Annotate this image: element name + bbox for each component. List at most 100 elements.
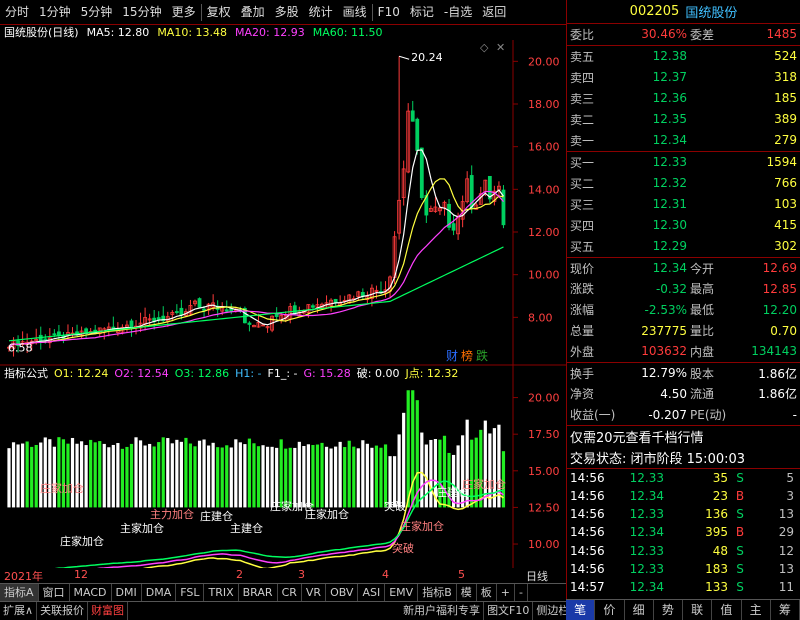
toolbar-item[interactable]: 叠加 — [236, 0, 270, 25]
order-row: 买一 12.33 1594 — [567, 152, 800, 173]
promo-text[interactable]: 仅需20元查看千档行情 — [567, 426, 800, 447]
toolbar-item[interactable]: 多股 — [270, 0, 304, 25]
indicator-tab[interactable]: - — [515, 584, 528, 601]
indicator-tab[interactable]: DMA — [142, 584, 177, 601]
indicator-bar — [138, 440, 143, 508]
fund-label: 收益(一) — [570, 408, 616, 423]
panel-tabs: 笔价细势联值主筹 — [566, 599, 800, 620]
toolbar-item[interactable]: 5分钟 — [76, 0, 118, 25]
indicator-bar — [197, 440, 202, 508]
extension-tab[interactable]: 关联报价 — [37, 602, 89, 620]
tick-time: 14:56 — [570, 489, 605, 504]
indicator-bar — [75, 443, 79, 508]
order-level: 买二 — [570, 176, 595, 191]
price-tick-label: 12.00 — [528, 226, 560, 239]
indicator-tab[interactable]: TRIX — [204, 584, 239, 601]
fund-row: 净资 4.50 流通 1.86亿 — [567, 384, 800, 405]
date-label: 3 — [298, 568, 305, 581]
indicator-tab[interactable]: 板 — [477, 584, 497, 601]
indicator-tab[interactable]: 指标B — [418, 584, 457, 601]
toolbar-item[interactable]: F10 — [373, 0, 405, 25]
indicator-tab[interactable]: + — [497, 584, 515, 601]
tick-count: 29 — [778, 525, 794, 540]
toolbar-item[interactable]: 1分钟 — [34, 0, 76, 25]
indicator-bar — [7, 448, 11, 508]
order-price: 12.37 — [652, 70, 687, 85]
toolbar-item[interactable]: 画线 — [338, 0, 372, 25]
indicator-tab[interactable]: OBV — [326, 584, 359, 601]
toolbar-item[interactable]: 更多 — [167, 0, 201, 25]
badge-icon[interactable]: 财 — [446, 349, 458, 363]
o1-label: O1: 12.24 — [54, 367, 109, 380]
indicator-bar — [225, 445, 229, 508]
indicator-bar — [334, 446, 338, 508]
indicator-bar — [170, 443, 174, 508]
panel-tab[interactable]: 势 — [654, 600, 683, 620]
indicator-bar — [420, 432, 424, 508]
panel-tab[interactable]: 主 — [742, 600, 771, 620]
toolbar-item[interactable]: 标记 — [405, 0, 439, 25]
candle-body — [174, 311, 179, 313]
extension-tab[interactable]: 新用户福利专享 — [400, 602, 485, 620]
indicator-tab[interactable]: BRAR — [239, 584, 278, 601]
indicator-tab[interactable]: 窗口 — [39, 584, 70, 601]
date-label: 5 — [458, 568, 465, 581]
fund-value: 1.86亿 — [758, 387, 797, 402]
tick-price: 12.33 — [629, 561, 664, 576]
panel-tab[interactable]: 细 — [625, 600, 654, 620]
close-icon[interactable]: ✕ — [496, 41, 505, 54]
toolbar-item[interactable]: 统计 — [304, 0, 338, 25]
indicator-tab[interactable]: CR — [278, 584, 302, 601]
panel-tab[interactable]: 笔 — [566, 600, 596, 620]
extension-tab[interactable]: 图文F10 — [484, 602, 534, 620]
indicator-bar — [211, 442, 215, 508]
candle-body — [311, 305, 315, 308]
fund-value: -0.207 — [648, 407, 687, 422]
indicator-tab[interactable]: MACD — [70, 584, 112, 601]
indicator-tab[interactable]: VR — [302, 584, 327, 601]
diamond-icon[interactable]: ◇ — [480, 41, 489, 54]
indicator-tab[interactable]: ASI — [358, 584, 386, 601]
indicator-bar — [52, 446, 56, 508]
stat-value: 103632 — [641, 344, 687, 359]
stat-label: 今开 — [690, 261, 715, 276]
tick-count: 13 — [778, 561, 794, 576]
toolbar-item[interactable]: 15分钟 — [117, 0, 166, 25]
toolbar-item[interactable]: 复权 — [202, 0, 236, 25]
stat-label: 外盘 — [570, 344, 595, 359]
order-volume: 766 — [774, 176, 797, 191]
tick-side: S — [736, 470, 744, 485]
signal-annotation: 庄家加仓 — [305, 507, 349, 521]
indicator-tab[interactable]: EMV — [385, 584, 419, 601]
tick-price: 12.33 — [629, 470, 664, 485]
stat-value: 12.34 — [652, 261, 687, 276]
toolbar-item[interactable]: -自选 — [439, 0, 477, 25]
toolbar-item[interactable]: 返回 — [477, 0, 511, 25]
indicator-tab[interactable]: FSL — [176, 584, 205, 601]
extension-tab[interactable]: 扩展∧ — [0, 602, 38, 620]
panel-tab[interactable]: 联 — [683, 600, 713, 620]
kline-chart[interactable]: 20.00 18.00 16.00 14.00 12.00 10.00 8.00 20.24 6… — [0, 40, 566, 568]
indicator-title[interactable]: 指标公式 — [4, 366, 48, 382]
tick-side: B — [735, 489, 745, 504]
indicator-bar — [406, 390, 410, 508]
indicator-tab[interactable]: 模 — [457, 584, 477, 601]
stat-label: 现价 — [570, 261, 595, 276]
tick-row: 14:56 12.34 395 B 29 — [567, 523, 800, 541]
badge-icon[interactable]: 跌 — [476, 348, 488, 363]
date-label: 4 — [382, 568, 389, 581]
panel-tab[interactable]: 筹 — [771, 600, 800, 620]
indicator-bar — [243, 444, 247, 508]
badge-icon[interactable]: 榜 — [461, 348, 473, 363]
extension-tab[interactable]: 财富图 — [88, 602, 129, 620]
stat-row: 涨幅 -2.53% 最低 12.20 — [567, 299, 800, 320]
tick-price: 12.34 — [629, 489, 664, 504]
indicator-tab[interactable]: 指标A — [0, 584, 39, 601]
indicator-tab[interactable]: DMI — [112, 584, 142, 601]
indicator-bar — [229, 447, 233, 508]
price-tick-label: 14.00 — [528, 183, 560, 196]
panel-tab[interactable]: 值 — [712, 600, 742, 620]
toolbar-item[interactable]: 分时 — [0, 0, 34, 25]
panel-tab[interactable]: 价 — [595, 600, 625, 620]
indicator-bar — [347, 440, 351, 508]
